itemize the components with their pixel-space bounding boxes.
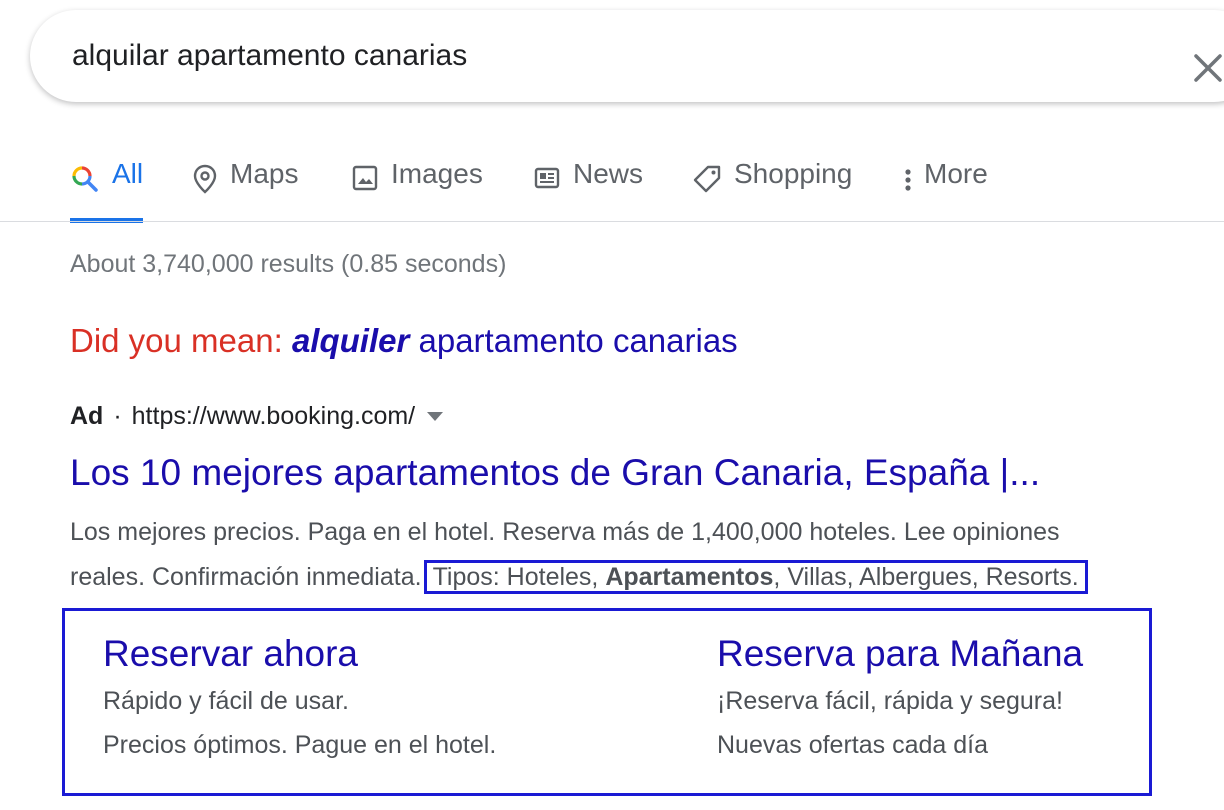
- types-bold: Apartamentos: [605, 563, 774, 591]
- tab-news-label: News: [573, 158, 644, 189]
- tab-images-label: Images: [391, 158, 483, 189]
- search-input[interactable]: [72, 32, 1092, 80]
- tag-icon: [693, 165, 721, 193]
- did-you-mean-suggestion-link[interactable]: alquiler apartamento canarias: [292, 322, 738, 359]
- corrected-word: alquiler: [291, 322, 410, 359]
- ad-header: Ad · https://www.booking.com/: [70, 402, 444, 431]
- sitelink: Reserva para Mañana ¡Reserva fácil, rápi…: [717, 633, 1083, 767]
- tab-more[interactable]: More: [900, 158, 988, 222]
- types-prefix: Tipos: Hoteles,: [432, 563, 606, 591]
- tab-maps[interactable]: Maps: [192, 158, 298, 222]
- tab-maps-label: Maps: [230, 158, 299, 189]
- map-pin-icon: [193, 164, 217, 194]
- ad-types-highlight: Tipos: Hoteles, Apartamentos, Villas, Al…: [423, 560, 1088, 594]
- sitelink-title-link[interactable]: Reservar ahora: [103, 633, 496, 675]
- ad-options-caret-icon[interactable]: [427, 412, 444, 421]
- ad-sitelinks-highlight: Reservar ahora Rápido y fácil de usar. P…: [62, 608, 1152, 796]
- clear-search-button[interactable]: [1188, 48, 1224, 88]
- close-icon: [1194, 54, 1222, 82]
- ad-description: Los mejores precios. Paga en el hotel. R…: [70, 510, 1210, 600]
- sitelink-desc: Nuevas ofertas cada día: [717, 731, 988, 759]
- tab-images[interactable]: Images: [351, 158, 483, 222]
- tabs-divider: [0, 221, 1224, 222]
- did-you-mean-label: Did you mean:: [70, 322, 292, 359]
- ad-description-line2-start: reales. Confirmación inmediata.: [70, 563, 422, 591]
- tab-all-label: All: [112, 158, 144, 189]
- tab-shopping-label: Shopping: [734, 158, 853, 189]
- search-multicolor-icon: [72, 166, 98, 192]
- search-box: [30, 10, 1224, 102]
- sitelink-desc: ¡Reserva fácil, rápida y segura!: [717, 687, 1063, 715]
- tab-shopping[interactable]: Shopping: [692, 158, 852, 222]
- ad-separator: ·: [113, 402, 122, 430]
- image-icon: [352, 165, 378, 191]
- ad-description-line1: Los mejores precios. Paga en el hotel. R…: [70, 518, 1060, 546]
- sitelink-desc: Rápido y fácil de usar.: [103, 687, 349, 715]
- sitelink-desc: Precios óptimos. Pague en el hotel.: [103, 731, 497, 759]
- ad-url: https://www.booking.com/: [131, 402, 416, 430]
- tab-all[interactable]: All: [70, 158, 143, 222]
- ad-description-line2: reales. Confirmación inmediata. Tipos: Ho…: [70, 555, 1210, 600]
- sitelink-title-link[interactable]: Reserva para Mañana: [717, 633, 1083, 675]
- types-suffix: , Villas, Albergues, Resorts.: [773, 563, 1079, 591]
- results-stats: About 3,740,000 results (0.85 seconds): [70, 250, 507, 278]
- suggestion-rest: apartamento canarias: [409, 322, 738, 359]
- did-you-mean: Did you mean: alquiler apartamento canar…: [70, 322, 738, 360]
- tab-news[interactable]: News: [533, 158, 643, 222]
- tab-more-label: More: [924, 158, 988, 189]
- ad-badge: Ad: [70, 402, 104, 430]
- newspaper-icon: [534, 167, 560, 189]
- sitelink: Reservar ahora Rápido y fácil de usar. P…: [103, 633, 496, 767]
- ad-title-link[interactable]: Los 10 mejores apartamentos de Gran Cana…: [70, 452, 1040, 494]
- vertical-dots-icon: [905, 169, 911, 191]
